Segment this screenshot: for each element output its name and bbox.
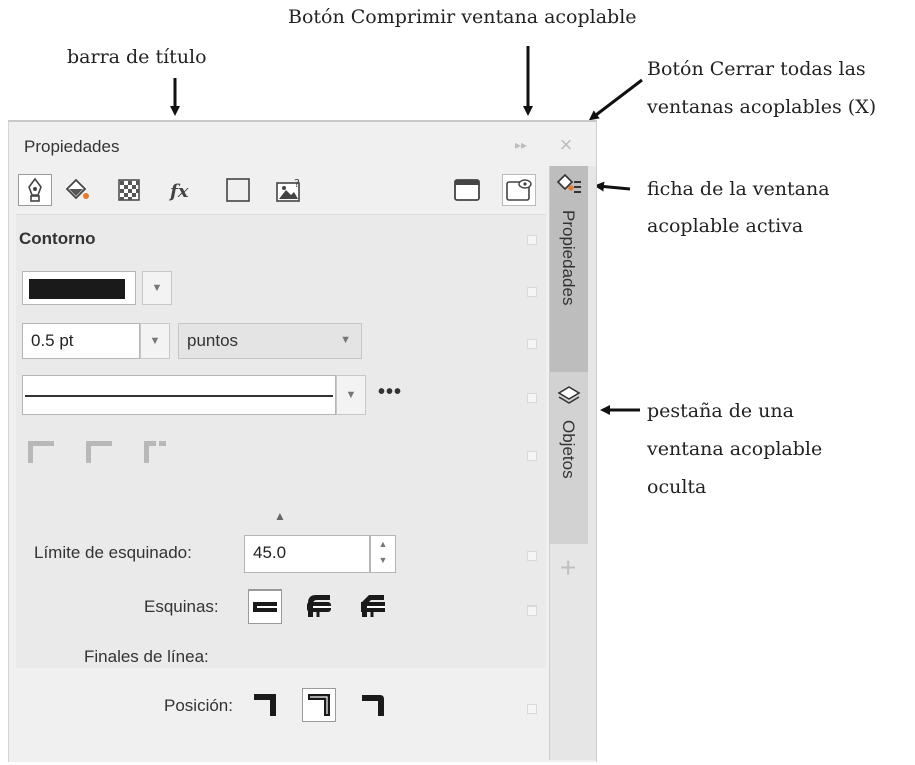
position-outside-button[interactable] bbox=[248, 688, 282, 722]
disabled-corner-icons bbox=[28, 441, 166, 463]
line-caps-label: Finales de línea: bbox=[84, 647, 209, 666]
position-inside-icon bbox=[362, 695, 384, 716]
tab-properties[interactable]: Propiedades bbox=[550, 166, 588, 372]
fill-tab-button[interactable] bbox=[60, 174, 94, 206]
checkerboard-icon bbox=[118, 179, 140, 201]
chevron-down-icon: ▼ bbox=[340, 334, 351, 346]
miter-limit-spinner[interactable]: ▲ ▼ bbox=[370, 535, 396, 573]
width-row-indicator bbox=[527, 339, 537, 349]
add-docker-button[interactable]: + bbox=[560, 552, 576, 584]
disabled-corner-icon-3 bbox=[144, 441, 166, 463]
cap-round-button[interactable] bbox=[302, 590, 336, 624]
preview-options-button[interactable] bbox=[502, 174, 536, 206]
outline-tab-button[interactable] bbox=[18, 174, 52, 206]
properties-tab-icon bbox=[556, 173, 581, 193]
line-style-picker[interactable] bbox=[22, 375, 336, 415]
line-style-preview bbox=[25, 395, 333, 397]
position-center-button[interactable] bbox=[302, 688, 336, 722]
position-label: Posición: bbox=[164, 696, 233, 715]
properties-toolbar: fx ? bbox=[16, 166, 546, 215]
outline-width-dropdown[interactable]: ▼ bbox=[140, 323, 170, 359]
window-icon-button[interactable] bbox=[450, 174, 484, 206]
outline-units-select[interactable]: puntos ▼ bbox=[178, 323, 362, 359]
tab-properties-label: Propiedades bbox=[559, 210, 578, 306]
position-outside-icon bbox=[254, 694, 276, 716]
arrow-active-tab bbox=[594, 181, 631, 192]
butt-cap-icon bbox=[253, 602, 277, 612]
fx-icon: fx bbox=[168, 181, 189, 202]
layers-icon bbox=[557, 386, 581, 404]
svg-text:?: ? bbox=[294, 177, 300, 190]
line-style-dropdown[interactable]: ▼ bbox=[336, 375, 366, 415]
outline-width-field[interactable]: 0.5 pt bbox=[22, 323, 140, 359]
disabled-corner-icon-2 bbox=[86, 441, 112, 463]
caps-row-indicator bbox=[527, 606, 537, 616]
window-icon bbox=[454, 179, 480, 201]
round-cap-icon bbox=[307, 602, 331, 612]
tab-objects-label: Objetos bbox=[559, 420, 578, 479]
image-question-icon: ? bbox=[276, 177, 300, 202]
tab-objects[interactable]: Objetos bbox=[550, 372, 588, 544]
square-cap-icon bbox=[361, 602, 385, 612]
collapse-docker-button[interactable]: ▸▸ bbox=[510, 134, 532, 156]
svg-text:fx: fx bbox=[168, 181, 189, 202]
bitmap-tab-button[interactable]: ? bbox=[272, 174, 306, 206]
outline-color-swatch bbox=[29, 279, 125, 299]
color-row-indicator bbox=[527, 287, 537, 297]
docker-tab-column: Propiedades Objetos + bbox=[549, 166, 596, 760]
outline-color-dropdown[interactable]: ▼ bbox=[142, 271, 172, 305]
outline-heading: Contorno bbox=[19, 229, 96, 248]
position-inside-button[interactable] bbox=[356, 688, 390, 722]
disabled-corner-icon-1 bbox=[28, 441, 54, 463]
outline-color-picker[interactable] bbox=[22, 271, 136, 305]
corners-label: Esquinas: bbox=[144, 597, 219, 616]
disabled-row-indicator bbox=[527, 451, 537, 461]
miter-row-indicator bbox=[527, 551, 537, 561]
position-center-icon bbox=[308, 694, 330, 716]
frame-tab-button[interactable] bbox=[221, 174, 255, 206]
line-style-more-button[interactable]: ••• bbox=[378, 381, 402, 404]
miter-limit-field[interactable]: 45.0 bbox=[244, 535, 370, 573]
position-row-indicator bbox=[527, 704, 537, 714]
close-docker-button[interactable]: × bbox=[555, 134, 577, 156]
transparency-tab-button[interactable] bbox=[112, 174, 146, 206]
docker-title: Propiedades bbox=[24, 137, 120, 156]
rectangle-icon bbox=[226, 178, 250, 202]
cap-square-button[interactable] bbox=[356, 590, 390, 624]
style-row-indicator bbox=[527, 393, 537, 403]
collapse-arrow-icon[interactable]: ▲ bbox=[274, 509, 286, 523]
arrow-close-button bbox=[588, 78, 643, 121]
outline-units-value: puntos bbox=[187, 331, 239, 350]
cap-butt-button[interactable] bbox=[248, 590, 282, 624]
lower-rows: Posición: bbox=[16, 590, 546, 760]
paint-bucket-icon bbox=[65, 178, 89, 200]
docker-title-bar[interactable]: Propiedades ▸▸ × bbox=[8, 122, 572, 164]
miter-limit-label: Límite de esquinado: bbox=[34, 543, 192, 562]
effects-tab-button[interactable]: fx bbox=[166, 174, 200, 206]
outline-row-indicator bbox=[527, 235, 537, 245]
properties-content: fx ? Contorno ▼ 0.5 pt ▼ puntos ▼ ▼ ••• … bbox=[16, 166, 546, 760]
window-eye-icon bbox=[506, 179, 532, 201]
pen-nib-icon bbox=[28, 177, 42, 202]
